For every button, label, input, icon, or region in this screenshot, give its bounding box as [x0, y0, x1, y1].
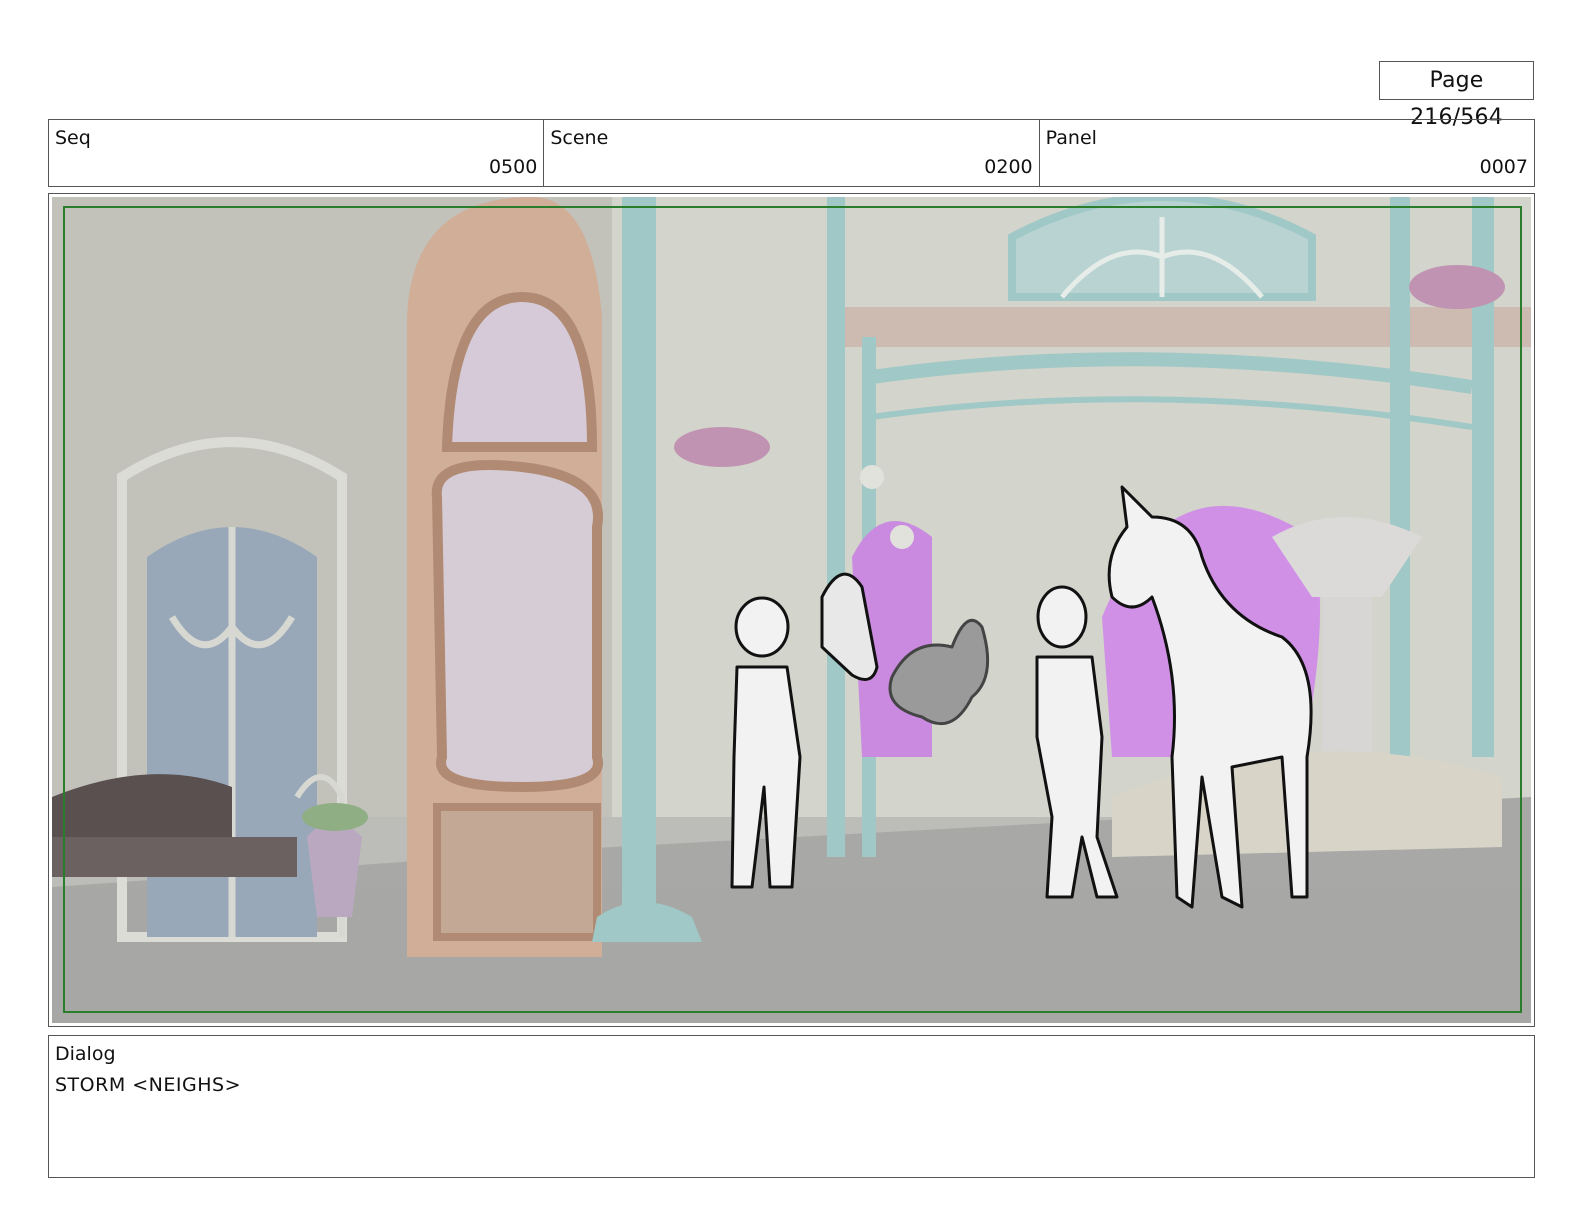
- panel-artwork: [52, 197, 1531, 1023]
- seq-value: 0500: [488, 156, 538, 178]
- scene-illustration: [52, 197, 1531, 1023]
- seq-label: Seq: [55, 127, 91, 149]
- panel-cell: Panel 0007: [1038, 120, 1534, 186]
- scene-label: Scene: [550, 127, 609, 149]
- scene-cell: Scene 0200: [543, 120, 1038, 186]
- storyboard-panel: [48, 193, 1535, 1027]
- dialog-label: Dialog: [55, 1043, 116, 1065]
- panel-header: Seq 0500 Scene 0200 Panel 0007: [48, 119, 1535, 187]
- panel-label: Panel: [1045, 127, 1097, 149]
- page-number: Page 216/564: [1379, 61, 1534, 130]
- scene-value: 0200: [984, 156, 1033, 178]
- dialog-text: STORM <NEIGHS>: [55, 1074, 241, 1096]
- seq-cell: Seq 0500: [49, 120, 543, 186]
- panel-value: 0007: [1479, 156, 1528, 178]
- dialog-box: Dialog STORM <NEIGHS>: [48, 1035, 1535, 1178]
